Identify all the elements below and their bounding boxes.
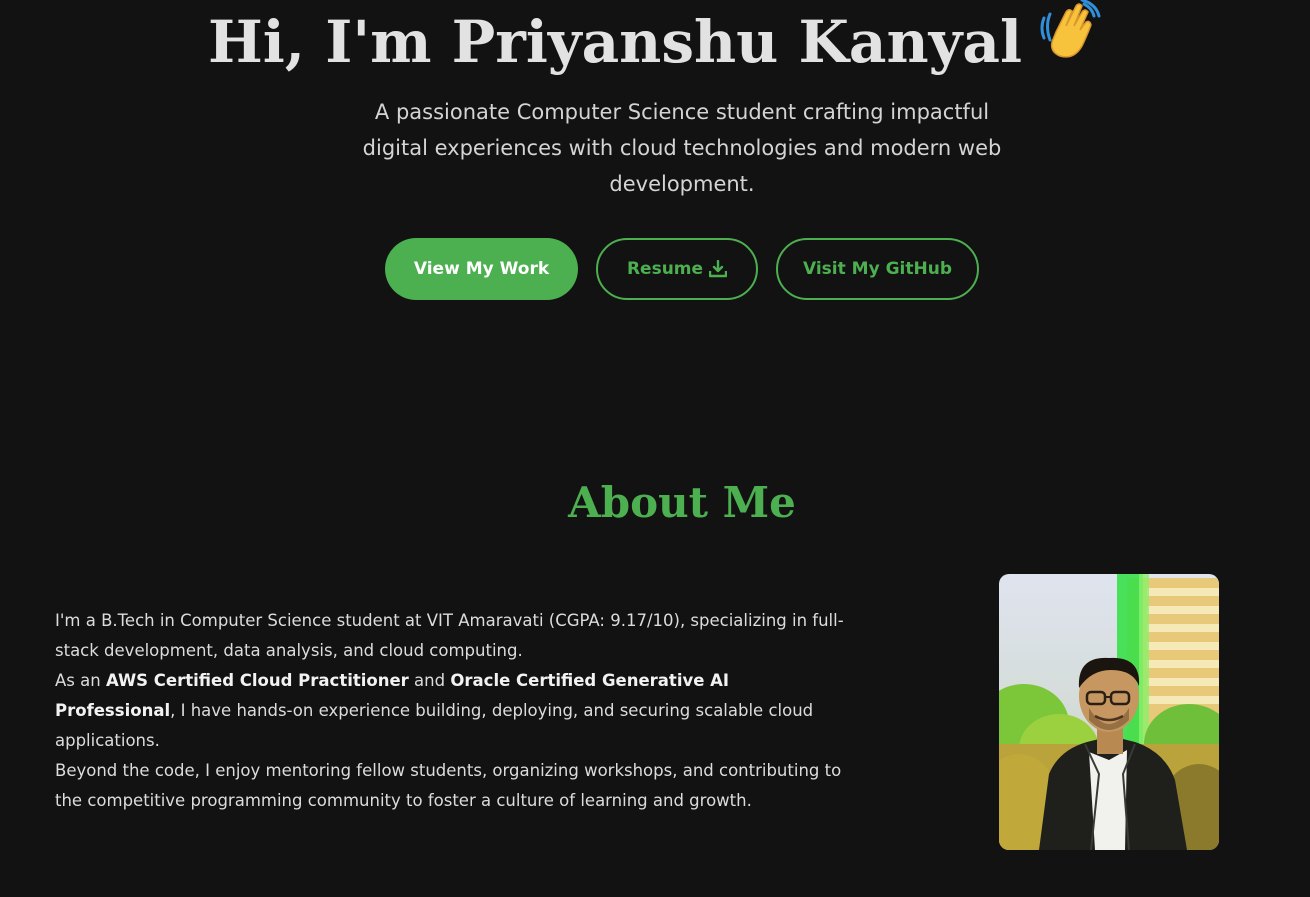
about-text: I'm a B.Tech in Computer Science student…: [55, 606, 855, 816]
hero-subtitle-line2: digital experiences with cloud technolog…: [362, 136, 1002, 160]
profile-photo: [999, 574, 1219, 850]
resume-button[interactable]: Resume: [596, 238, 758, 300]
hero-title: Hi, I'm Priyanshu Kanyal: [0, 0, 1310, 90]
about-paragraph-2-mid: and: [408, 671, 451, 690]
waving-hand-icon: [1036, 0, 1102, 84]
about-paragraph-3: Beyond the code, I enjoy mentoring fello…: [55, 761, 842, 810]
about-paragraph-1: I'm a B.Tech in Computer Science student…: [55, 611, 844, 660]
view-my-work-label: View My Work: [413, 259, 550, 279]
view-my-work-button[interactable]: View My Work: [385, 238, 578, 300]
hero-greeting: Hi, I'm Priyanshu Kanyal: [208, 8, 1022, 76]
resume-label: Resume: [626, 259, 704, 279]
download-icon: [709, 260, 728, 278]
aws-cert: AWS Certified Cloud Practitioner: [105, 671, 409, 690]
about-title: About Me: [568, 478, 796, 527]
hero-subtitle-line3: development.: [609, 172, 755, 196]
about-paragraph-2-start: As an: [55, 671, 106, 690]
visit-github-label: Visit My GitHub: [803, 259, 952, 279]
hero-subtitle: A passionate Computer Science student cr…: [345, 94, 1019, 202]
hero-subtitle-line1: A passionate Computer Science student cr…: [374, 100, 990, 124]
visit-github-button[interactable]: Visit My GitHub: [776, 238, 979, 300]
